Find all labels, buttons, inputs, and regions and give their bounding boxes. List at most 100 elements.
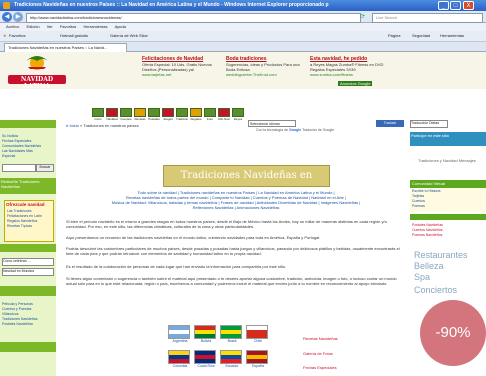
flag-image[interactable] (194, 325, 216, 339)
left-highlight-item[interactable]: Recetas Típicas (7, 224, 59, 228)
flag-image[interactable] (220, 350, 242, 364)
flag-label[interactable]: Chile (246, 339, 270, 343)
menu-edicion[interactable]: Edición (26, 23, 39, 31)
right-select[interactable]: Traducción Dietas (410, 120, 448, 128)
ad-word-conciertos[interactable]: Conciertos (414, 285, 457, 296)
right-link[interactable]: Poemas Navideños (412, 233, 464, 237)
left-item[interactable]: Su Noticia (2, 134, 54, 138)
flag-colombia[interactable]: Colombia (168, 350, 192, 368)
right-community-item[interactable]: Tarjetas (412, 194, 464, 198)
menu-ver[interactable]: Ver (47, 23, 53, 31)
flag-label[interactable]: Bolivia (194, 339, 218, 343)
menu-herramientas[interactable]: Herramientas (83, 23, 107, 31)
flag-bolivia[interactable]: Bolivia (194, 325, 218, 343)
left-item[interactable]: Especial (2, 154, 54, 158)
toolbar-seguridad[interactable]: Seguridad (412, 33, 430, 38)
left-highlight-title[interactable]: Ofrezcale navidad (5, 201, 53, 208)
left-bottom-item[interactable]: Tradiciones Navideñas (2, 317, 54, 321)
ads-by-google[interactable]: Anuncios Google (338, 81, 373, 86)
star-icon[interactable]: ★ (3, 33, 7, 38)
left-select-1[interactable]: Cómo celebran ... (2, 258, 54, 266)
minimize-button[interactable]: _ (438, 1, 449, 10)
left-item[interactable]: Las Navidades Más (2, 149, 54, 153)
fav-link-webslice[interactable]: Galería de Web Slice (110, 33, 148, 38)
back-icon[interactable]: ◀ (2, 12, 12, 22)
ad-url[interactable]: www.tarjetas.net (142, 72, 222, 77)
left-select-2[interactable]: Navidad en Mundos (2, 268, 54, 276)
left-highlight-item[interactable]: Las Tradiciones (7, 209, 59, 213)
nav-icon-ano-nuevo[interactable]: Año Nuevo (218, 108, 230, 122)
flag-image[interactable] (246, 325, 268, 339)
right-link[interactable]: Cuentos Navideños (412, 228, 464, 232)
discount-badge[interactable]: -90% (420, 300, 486, 366)
nav-icon-foro[interactable]: Foro (204, 108, 216, 122)
ad-3[interactable]: Esta navidad, he pedido a Reyes Magos Zu… (310, 56, 390, 77)
flag-españa[interactable]: España (246, 350, 270, 368)
left-bottom-item[interactable]: Cuentos y Poesías (2, 307, 54, 311)
nav-icon-navidad[interactable]: Navidad (106, 108, 118, 122)
forward-icon[interactable]: ▶ (13, 12, 23, 22)
url-input[interactable]: http://www.navidadlatina.com/tradiciones… (26, 13, 361, 23)
favorites-button[interactable]: Favoritos (9, 33, 25, 38)
flag-brasil[interactable]: Brasil (220, 325, 244, 343)
left-item[interactable]: Comunidades Navideñas (2, 144, 54, 148)
flag-argentina[interactable]: Argentina (168, 325, 192, 343)
toolbar-pagina[interactable]: Página (388, 33, 400, 38)
maximize-button[interactable]: □ (450, 1, 461, 10)
ad-word-restaurantes[interactable]: Restaurantes (414, 250, 468, 261)
left-search-input[interactable] (2, 164, 36, 172)
ad-1[interactable]: Felicitaciones de Navidad Oferta Especia… (142, 56, 222, 77)
side-link-recetas[interactable]: Recetas Navideñas (303, 336, 338, 341)
flag-label[interactable]: Costa Rica (194, 364, 218, 368)
links-line[interactable]: Reflexiones Navideñas | Animaciones Navi… (66, 205, 406, 210)
side-link-galeria[interactable]: Galería de Fotos (303, 351, 333, 356)
flag-costa-rica[interactable]: Costa Rica (194, 350, 218, 368)
right-community-item[interactable]: Escribe tu Historia (412, 189, 464, 193)
side-link-fechas[interactable]: Fechas Especiales (303, 365, 337, 370)
left-item[interactable]: Fechas Especiales (2, 139, 54, 143)
flag-image[interactable] (246, 350, 268, 364)
left-green-promo[interactable]: Rediseñe Tradiciones Navideñas (0, 178, 56, 194)
right-community-item[interactable]: Poemas (412, 204, 464, 208)
flag-label[interactable]: Brasil (220, 339, 244, 343)
ad-2[interactable]: Boda tradiciones Sugerencias, ideas y Pr… (226, 56, 306, 77)
flag-ecuador[interactable]: Ecuador (220, 350, 244, 368)
ad-word-spa[interactable]: Spa (414, 272, 430, 283)
left-bottom-item[interactable]: Postales Navideñas (2, 322, 54, 326)
right-link[interactable]: Postales Navideñas (412, 223, 464, 227)
site-logo[interactable]: NAVIDAD LATINA (8, 53, 66, 90)
breadcrumb-home[interactable]: Ir Inicio (66, 123, 79, 128)
language-select[interactable]: Seleccionar idioma (248, 120, 296, 127)
menu-archivo[interactable]: Archivo (6, 23, 19, 31)
left-highlight-item[interactable]: Regalos Navideños (7, 219, 59, 223)
translate-button[interactable]: Traducir (376, 120, 404, 127)
nav-icon-juegos[interactable]: Juegos (162, 108, 174, 122)
nav-icon-recetas[interactable]: Recetas (134, 108, 146, 122)
left-highlight-item[interactable]: Felicitaciones en Latín (7, 214, 59, 218)
nav-icon-tradiciones[interactable]: Tradiciones (176, 108, 188, 122)
refresh-icon[interactable]: ⟳ (360, 13, 365, 20)
flag-label[interactable]: Argentina (168, 339, 192, 343)
ad-word-belleza[interactable]: Belleza (414, 261, 444, 272)
flag-label[interactable]: Colombia (168, 364, 192, 368)
right-community-item[interactable]: Cuentos (412, 199, 464, 203)
flag-image[interactable] (220, 325, 242, 339)
nav-icon-reyes[interactable]: Reyes (232, 108, 244, 122)
search-input[interactable]: Live Search (372, 13, 483, 23)
flag-image[interactable] (168, 350, 190, 364)
fav-link-hotmail[interactable]: Hotmail gratuito (60, 33, 88, 38)
left-bottom-item[interactable]: Villancicos (2, 312, 54, 316)
flag-label[interactable]: Ecuador (220, 364, 244, 368)
menu-favoritos[interactable]: Favoritos (60, 23, 76, 31)
flag-image[interactable] (194, 350, 216, 364)
nav-icon-postales[interactable]: Postales (148, 108, 160, 122)
menu-ayuda[interactable]: Ayuda (115, 23, 126, 31)
nav-icon-regalos[interactable]: Regalos (190, 108, 202, 122)
nav-icon-inicio[interactable]: Inicio (92, 108, 104, 122)
toolbar-herramientas[interactable]: Herramientas (440, 33, 464, 38)
right-participate[interactable]: Participe en este sitio (410, 132, 486, 146)
flag-label[interactable]: España (246, 364, 270, 368)
flag-image[interactable] (168, 325, 190, 339)
close-button[interactable]: X (463, 1, 474, 10)
flag-chile[interactable]: Chile (246, 325, 270, 343)
